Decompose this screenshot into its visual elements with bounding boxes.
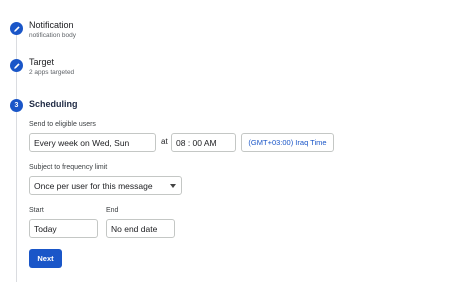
edit-pencil-icon bbox=[10, 59, 23, 72]
start-label: Start bbox=[29, 207, 44, 214]
step-title: Notification bbox=[29, 20, 74, 30]
frequency-select[interactable]: Once per user for this message bbox=[29, 176, 182, 195]
step-subtitle: 2 apps targeted bbox=[29, 69, 75, 76]
step-target[interactable]: Target 2 apps targeted bbox=[10, 57, 75, 77]
step-title: Scheduling bbox=[29, 99, 78, 109]
at-label: at bbox=[161, 137, 168, 146]
step-scheduling: 3 Scheduling bbox=[10, 99, 78, 112]
step-subtitle: notification body bbox=[29, 32, 76, 39]
start-date-field[interactable]: Today bbox=[29, 219, 98, 238]
step-title: Target bbox=[29, 57, 55, 67]
timezone-button[interactable]: (GMT+03:00) Iraq Time bbox=[241, 133, 334, 152]
step-notification[interactable]: Notification notification body bbox=[10, 20, 76, 40]
end-date-field[interactable]: No end date bbox=[106, 219, 175, 238]
send-label: Send to eligible users bbox=[29, 121, 96, 128]
dropdown-caret-icon bbox=[170, 184, 176, 188]
frequency-label: Subject to frequency limit bbox=[29, 164, 108, 171]
time-field[interactable]: 08 : 00 AM bbox=[171, 133, 236, 152]
recurrence-field[interactable]: Every week on Wed, Sun bbox=[29, 133, 156, 152]
end-label: End bbox=[106, 207, 119, 214]
frequency-select-value: Once per user for this message bbox=[34, 180, 153, 191]
step-number-badge: 3 bbox=[10, 99, 23, 112]
next-button[interactable]: Next bbox=[29, 249, 62, 268]
edit-pencil-icon bbox=[10, 22, 23, 35]
